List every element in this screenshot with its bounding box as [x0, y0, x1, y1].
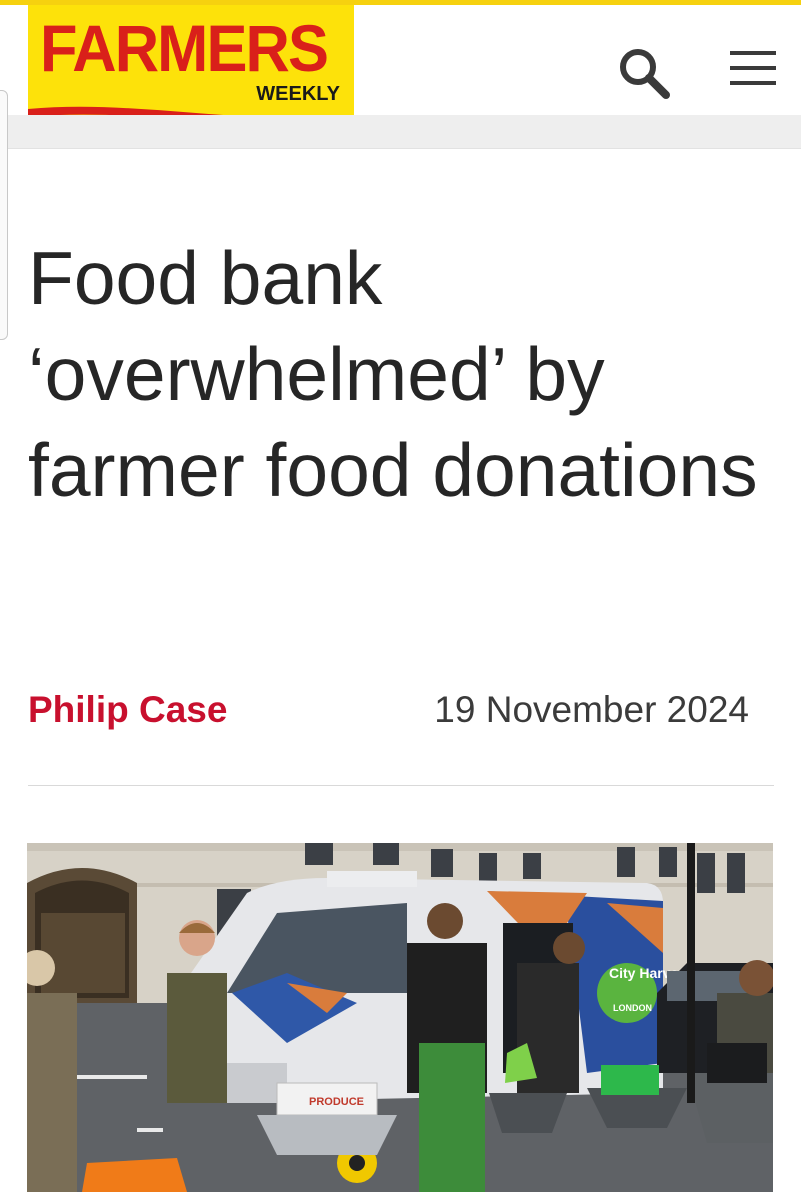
site-logo[interactable]: FARMERS WEEKLY [28, 5, 354, 131]
byline-divider [28, 785, 774, 786]
search-icon [620, 49, 670, 99]
produce-box-label: PRODUCE [309, 1096, 364, 1108]
logo-wordmark: FARMERS [40, 11, 329, 85]
site-header: FARMERS WEEKLY [0, 5, 801, 131]
header-shadow-strip [0, 115, 801, 149]
search-button[interactable] [614, 43, 672, 101]
side-drawer-handle[interactable] [0, 90, 8, 340]
article-hero-photo: City Harvest LONDON PRODUCE [27, 843, 773, 1192]
article-headline: Food bank ‘overwhelmed’ by farmer food d… [28, 236, 758, 512]
hamburger-menu-icon [730, 51, 776, 85]
author-link[interactable]: Philip Case [28, 689, 227, 731]
van-city-text: LONDON [613, 1003, 652, 1013]
hero-photo-illustration: City Harvest LONDON PRODUCE [27, 843, 773, 1192]
publish-date: 19 November 2024 [434, 689, 749, 730]
menu-button[interactable] [726, 45, 780, 95]
